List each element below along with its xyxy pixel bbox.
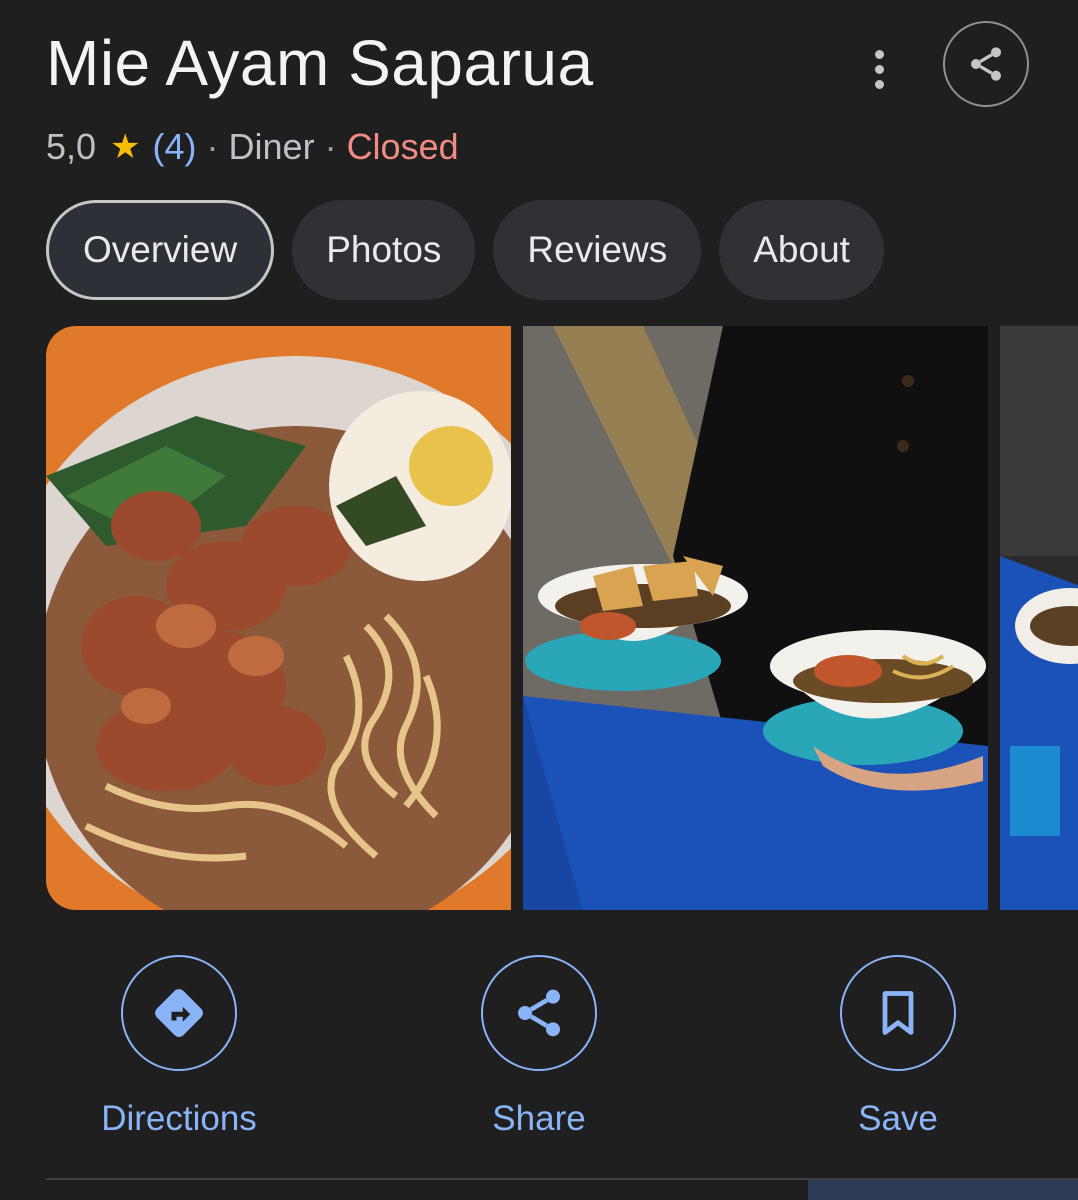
directions-label: Directions [101, 1099, 257, 1138]
tab-about[interactable]: About [719, 200, 884, 300]
separator: · [324, 126, 337, 167]
photo-noodle-bowl[interactable] [46, 326, 511, 910]
directions-icon [155, 989, 203, 1037]
star-icon: ★ [110, 128, 141, 166]
tab-photos[interactable]: Photos [292, 200, 476, 300]
place-category: Diner [228, 126, 315, 167]
directions-circle[interactable] [121, 955, 237, 1071]
tab-reviews[interactable]: Reviews [493, 200, 702, 300]
photo-carousel[interactable] [46, 326, 1078, 910]
save-button[interactable]: Save [778, 955, 1018, 1139]
open-status: Closed [346, 126, 459, 167]
save-label: Save [858, 1099, 938, 1138]
tab-bar: Overview Photos Reviews About [46, 200, 884, 300]
header-share-button[interactable] [943, 21, 1029, 107]
tab-overview[interactable]: Overview [46, 200, 275, 300]
directions-button[interactable]: Directions [59, 955, 299, 1139]
photo-person-with-bowls[interactable] [523, 326, 988, 910]
more-options-icon[interactable] [858, 40, 900, 98]
review-count-link[interactable]: (4) [153, 126, 197, 168]
photo-partial[interactable] [1000, 326, 1078, 910]
share-label: Share [492, 1099, 586, 1138]
place-title: Mie Ayam Saparua [46, 27, 594, 99]
bookmark-icon [882, 991, 914, 1035]
map-preview-edge [808, 1180, 1078, 1200]
save-circle[interactable] [840, 955, 956, 1071]
share-circle[interactable] [481, 955, 597, 1071]
place-meta-row: 5,0 ★ (4) · Diner · Closed [46, 126, 459, 168]
share-icon [971, 47, 1001, 81]
rating-value: 5,0 [46, 126, 97, 167]
separator: · [206, 126, 219, 167]
share-icon [518, 989, 560, 1037]
share-button[interactable]: Share [419, 955, 659, 1139]
